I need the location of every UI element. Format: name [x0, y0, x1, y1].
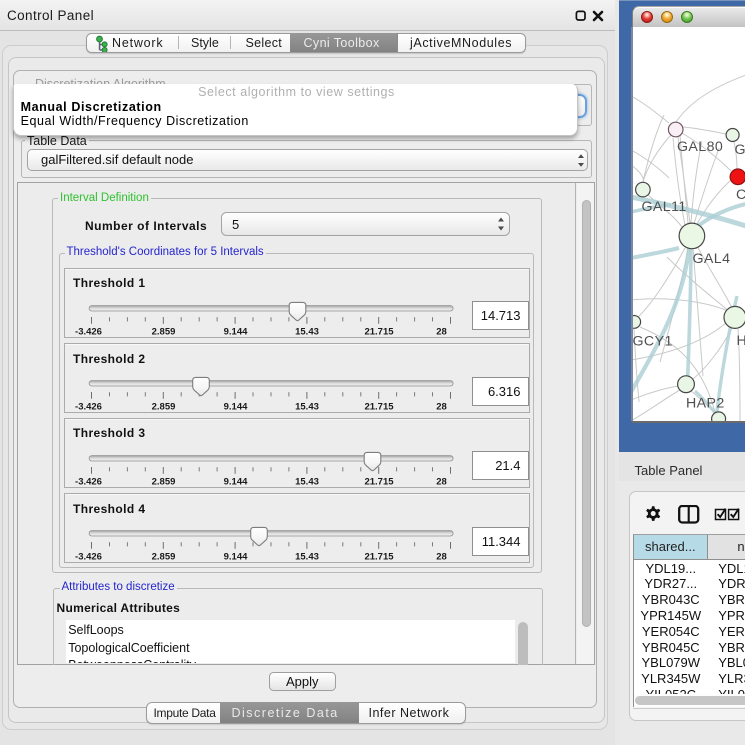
- svg-text:15.43: 15.43: [295, 402, 319, 413]
- svg-text:2.859: 2.859: [151, 326, 175, 337]
- svg-text:HAP2: HAP2: [686, 396, 725, 412]
- svg-text:GAL4: GAL4: [692, 251, 730, 267]
- svg-text:GAL80: GAL80: [677, 139, 723, 155]
- svg-text:15.43: 15.43: [295, 552, 319, 563]
- svg-text:C: C: [736, 187, 745, 203]
- svg-text:28: 28: [436, 552, 447, 563]
- svg-text:21.715: 21.715: [364, 326, 394, 337]
- svg-text:GCY1: GCY1: [633, 334, 673, 350]
- svg-text:21.715: 21.715: [364, 402, 394, 413]
- svg-text:15.43: 15.43: [295, 326, 319, 337]
- svg-text:28: 28: [436, 402, 447, 413]
- svg-text:GA: GA: [734, 142, 745, 158]
- svg-text:2.859: 2.859: [151, 476, 175, 487]
- svg-text:9.144: 9.144: [223, 402, 247, 413]
- svg-text:2.859: 2.859: [151, 552, 175, 563]
- svg-text:9.144: 9.144: [223, 476, 247, 487]
- svg-text:15.43: 15.43: [295, 476, 319, 487]
- svg-text:9.144: 9.144: [223, 552, 247, 563]
- svg-text:-3.426: -3.426: [75, 552, 102, 563]
- svg-text:2.859: 2.859: [151, 402, 175, 413]
- svg-text:9.144: 9.144: [223, 326, 247, 337]
- svg-text:21.715: 21.715: [364, 552, 394, 563]
- svg-text:28: 28: [436, 476, 447, 487]
- svg-text:21.715: 21.715: [364, 476, 394, 487]
- svg-text:GAL11: GAL11: [641, 199, 686, 215]
- svg-text:-3.426: -3.426: [75, 326, 102, 337]
- svg-text:28: 28: [436, 326, 447, 337]
- svg-text:-3.426: -3.426: [75, 402, 102, 413]
- svg-text:-3.426: -3.426: [75, 476, 102, 487]
- svg-text:H: H: [736, 333, 745, 349]
